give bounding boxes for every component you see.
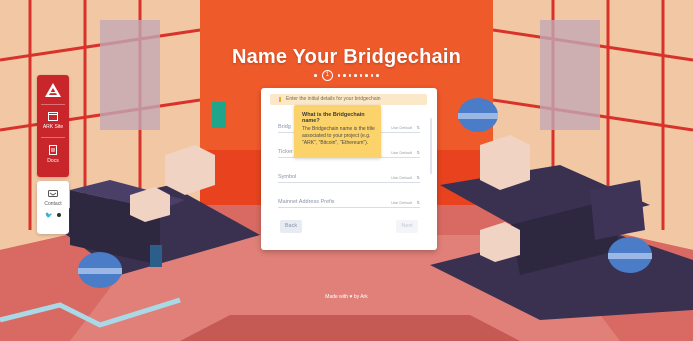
- use-default-link[interactable]: Use Default: [391, 200, 412, 205]
- sort-icon[interactable]: ⇅: [417, 200, 420, 205]
- chat-icon: [48, 190, 58, 197]
- robot-band: [458, 113, 498, 119]
- sidebar-contact[interactable]: Contact 🐦: [37, 181, 69, 234]
- current-step: 1: [321, 70, 333, 81]
- sidebar-item-label: Docs: [47, 158, 59, 164]
- sidebar-item-ark-site[interactable]: ARK Site: [37, 112, 69, 130]
- document-icon: [49, 145, 57, 155]
- step-dot: [359, 74, 363, 77]
- sort-icon[interactable]: ⇅: [417, 150, 420, 155]
- mainnet-address-prefix-field[interactable]: Mainnet Address Prefix Use Default ⇅: [278, 195, 420, 208]
- step-dot: [370, 74, 374, 77]
- sidebar-nav: ARK Site Docs: [37, 75, 69, 177]
- back-button[interactable]: Back: [280, 220, 302, 233]
- field-label: Bridg: [278, 124, 291, 130]
- ark-logo-icon: [45, 83, 61, 97]
- circle-icon[interactable]: [56, 213, 61, 217]
- box: [165, 145, 215, 195]
- sort-icon[interactable]: ⇅: [417, 175, 420, 180]
- symbol-field[interactable]: Symbol Use Default ⇅: [278, 170, 420, 183]
- field-label: Ticker: [278, 149, 293, 155]
- sidebar-item-label: ARK Site: [42, 124, 64, 130]
- info-alert: Enter the initial details for your bridg…: [270, 94, 427, 105]
- contact-label: Contact: [44, 201, 62, 207]
- tooltip-title: What is the Bridgechain name?: [302, 112, 365, 124]
- footer-credit: Made with ♥ by Ark: [325, 294, 368, 300]
- field-label: Mainnet Address Prefix: [278, 199, 335, 205]
- field-help-tooltip: What is the Bridgechain name? The Bridge…: [294, 105, 381, 158]
- step-dot: [348, 74, 352, 77]
- next-button[interactable]: Next: [396, 220, 418, 233]
- alert-indicator: [279, 97, 281, 102]
- use-default-link[interactable]: Use Default: [391, 175, 412, 180]
- step-dot: [343, 74, 346, 77]
- bottom-plaza: [180, 315, 520, 341]
- use-default-link[interactable]: Use Default: [391, 150, 412, 155]
- step-dot: [337, 74, 341, 77]
- sidebar-item-docs[interactable]: Docs: [37, 145, 69, 164]
- step-dot: [354, 74, 357, 77]
- sort-icon[interactable]: ⇅: [417, 125, 420, 130]
- page-title: Name Your Bridgechain: [231, 46, 462, 68]
- step-dot: [376, 74, 379, 77]
- app-stage: Name Your Bridgechain 1 ARK Site Docs Co: [0, 0, 693, 341]
- green-canister: [212, 102, 226, 128]
- left-screen: [150, 245, 162, 267]
- use-default-link[interactable]: Use Default: [391, 125, 412, 130]
- step-indicator: 1: [0, 70, 693, 81]
- tooltip-body: The Bridgechain name is the title associ…: [302, 126, 375, 146]
- right-machine-panel: [590, 180, 645, 240]
- ark-logo[interactable]: [37, 75, 69, 97]
- twitter-icon[interactable]: 🐦: [45, 212, 52, 219]
- window-icon: [48, 112, 58, 121]
- robot-band: [78, 268, 122, 274]
- step-dot: [365, 74, 368, 77]
- field-label: Symbol: [278, 174, 297, 180]
- form-scrollbar[interactable]: [430, 118, 432, 174]
- box: [480, 135, 530, 190]
- step-dot: [314, 74, 317, 77]
- robot-band: [608, 253, 652, 259]
- alert-text: Enter the initial details for your bridg…: [286, 96, 381, 102]
